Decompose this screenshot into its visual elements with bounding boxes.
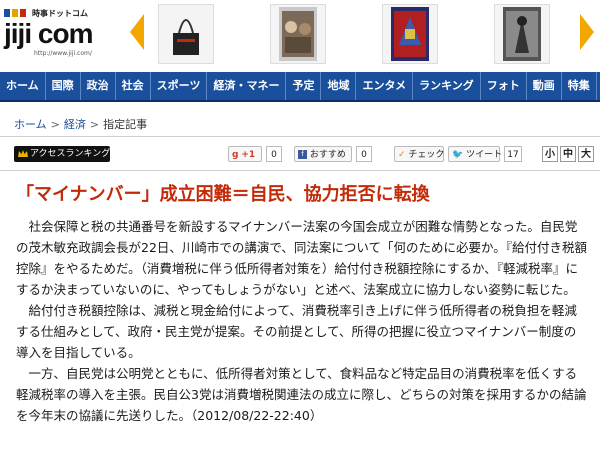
logo-mark-icon xyxy=(4,9,26,17)
google-plus-count: 0 xyxy=(266,146,282,162)
crown-icon xyxy=(18,150,28,157)
nav-world[interactable]: 国際 xyxy=(46,72,81,100)
tweet-label: ツイート xyxy=(466,150,503,160)
ad-item-phone-case-black[interactable] xyxy=(158,4,214,64)
breadcrumb-current: 指定記事 xyxy=(103,118,148,131)
nav-sports[interactable]: スポーツ xyxy=(151,72,208,100)
nav-photo[interactable]: フォト xyxy=(481,72,527,100)
carousel-prev-arrow-icon[interactable] xyxy=(130,14,144,50)
breadcrumb-home[interactable]: ホーム xyxy=(14,118,47,131)
logo-url: http://www.jiji.com/ xyxy=(34,50,92,57)
nav-home[interactable]: ホーム xyxy=(0,72,46,100)
nav-region[interactable]: 地域 xyxy=(321,72,357,100)
access-ranking-label: アクセスランキング xyxy=(30,149,111,159)
breadcrumb-separator: > xyxy=(89,118,100,131)
font-size-medium-button[interactable]: 中 xyxy=(560,146,576,162)
nav-video[interactable]: 動画 xyxy=(527,72,562,100)
phone-strap-icon xyxy=(173,19,199,55)
access-ranking-button[interactable]: アクセスランキング xyxy=(14,146,110,162)
twitter-bird-icon: 🐦 xyxy=(452,150,464,160)
main-nav: ホーム 国際 政治 社会 スポーツ 経済・マネー 予定 地域 エンタメ ランキン… xyxy=(0,72,600,102)
tweet-button[interactable]: 🐦 ツイート xyxy=(448,146,503,162)
breadcrumb-separator: > xyxy=(50,118,60,131)
divider xyxy=(0,170,600,171)
recommend-button[interactable]: f おすすめ xyxy=(294,146,352,162)
breadcrumb-economy[interactable]: 経済 xyxy=(64,118,86,131)
check-label: チェック xyxy=(408,150,445,160)
nav-politics[interactable]: 政治 xyxy=(81,72,116,100)
nav-ranking[interactable]: ランキング xyxy=(413,72,481,100)
robot-case-icon xyxy=(391,7,429,61)
nav-entertainment[interactable]: エンタメ xyxy=(356,72,414,100)
site-header: 時事ドットコム jiji com http://www.jiji.com/ xyxy=(0,0,600,72)
article-paragraph: 給付付き税額控除は、減税と現金給付によって、消費税率引き上げに伴う低所得者の税負… xyxy=(16,303,577,360)
google-plus-one-button[interactable]: g +1 xyxy=(228,146,262,162)
nav-society[interactable]: 社会 xyxy=(116,72,151,100)
tweet-count: 17 xyxy=(504,146,522,162)
google-plus-label: +1 xyxy=(241,150,256,160)
check-icon: ✓ xyxy=(398,150,406,160)
logo-wordmark: jiji com xyxy=(4,18,93,49)
article-paragraph: 一方、自民党は公明党とともに、低所得者対策として、食料品など特定品目の消費税率を… xyxy=(16,366,587,423)
font-size-small-button[interactable]: 小 xyxy=(542,146,558,162)
nav-features[interactable]: 特集 xyxy=(562,72,597,100)
article-toolbar: アクセスランキング g +1 0 f おすすめ 0 ✓ チェック 🐦 ツイート … xyxy=(14,146,600,164)
google-g-icon: g xyxy=(232,150,239,160)
site-logo[interactable]: 時事ドットコム jiji com http://www.jiji.com/ xyxy=(4,8,94,57)
recommend-label: おすすめ xyxy=(309,150,346,160)
article-body: 社会保障と税の共通番号を新設するマイナンバー法案の今国会成立が困難な情勢となった… xyxy=(16,216,588,426)
mixi-check-button[interactable]: ✓ チェック xyxy=(394,146,444,162)
ad-item-robot-case[interactable] xyxy=(382,4,438,64)
article-headline: 「マイナンバー」成立困難＝自民、協力拒否に転換 xyxy=(16,184,430,205)
divider xyxy=(0,136,600,137)
recommend-count: 0 xyxy=(356,146,372,162)
dark-warrior-case-icon xyxy=(503,7,541,61)
nav-economy-money[interactable]: 経済・マネー xyxy=(207,72,287,100)
nav-schedule[interactable]: 予定 xyxy=(286,72,322,100)
breadcrumb: ホーム > 経済 > 指定記事 xyxy=(14,116,147,132)
article-paragraph: 社会保障と税の共通番号を新設するマイナンバー法案の今国会成立が困難な情勢となった… xyxy=(16,219,588,297)
font-size-large-button[interactable]: 大 xyxy=(578,146,594,162)
game-characters-case-icon xyxy=(279,7,317,61)
facebook-icon: f xyxy=(298,150,307,159)
ad-item-game-case-group[interactable] xyxy=(270,4,326,64)
carousel-next-arrow-icon[interactable] xyxy=(580,14,594,50)
ad-item-dark-case[interactable] xyxy=(494,4,550,64)
